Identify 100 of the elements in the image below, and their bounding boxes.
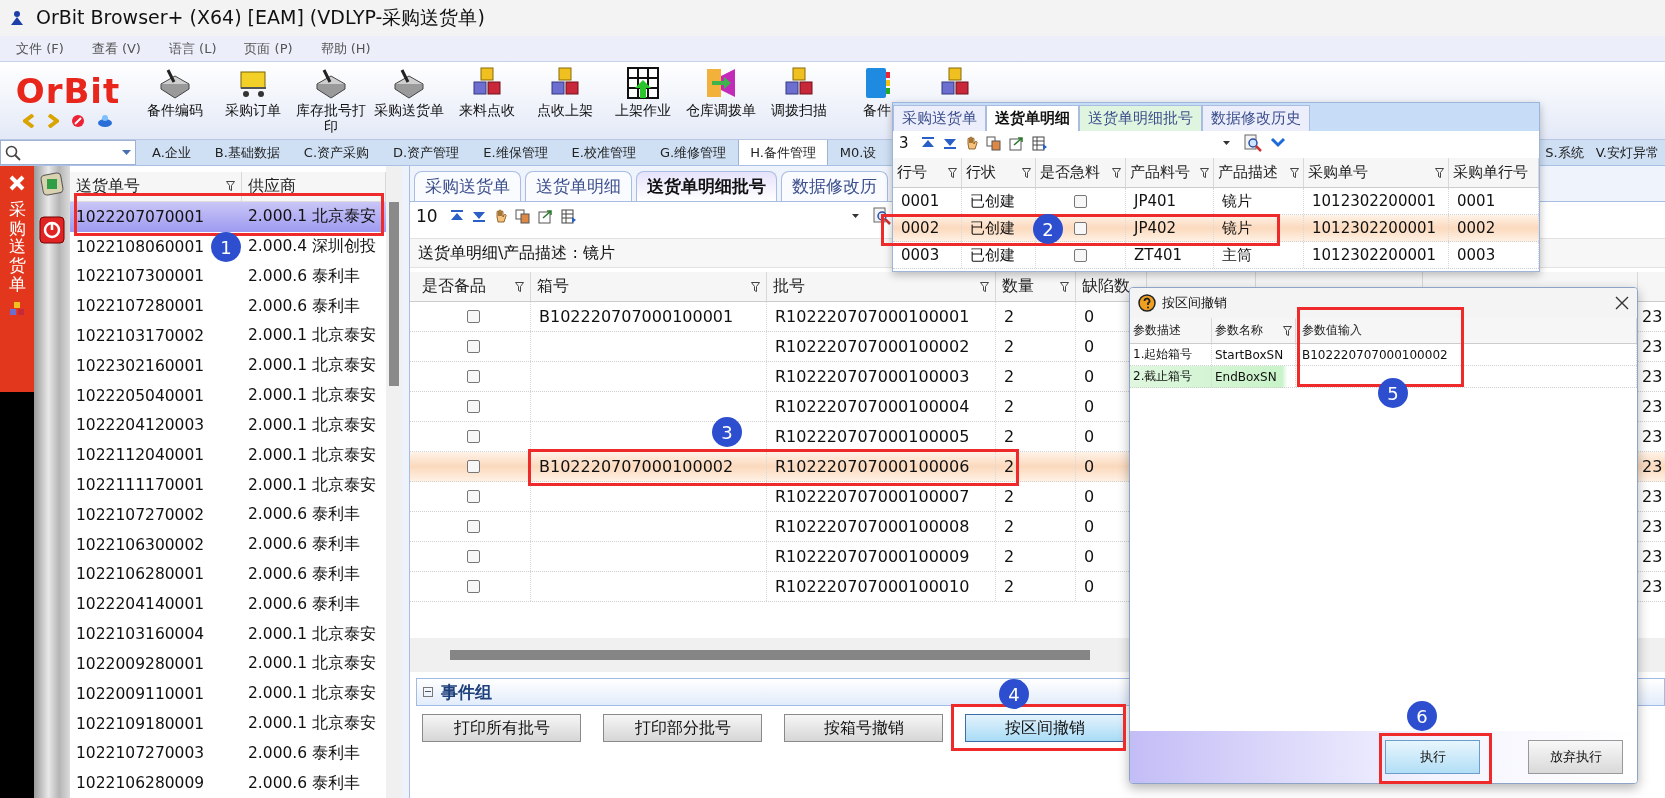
close-icon[interactable] [8,174,26,192]
scrollbar-thumb[interactable] [389,202,399,386]
action-button[interactable]: 打印所有批号 [422,714,581,742]
menu-item[interactable]: 语言 (L) [168,39,217,58]
filter-icon[interactable] [948,167,957,178]
hand-icon[interactable] [493,208,507,224]
filter-icon[interactable] [515,281,524,292]
power-icon[interactable] [39,216,65,244]
column-header[interactable]: 产品料号 [1126,158,1214,187]
checkbox[interactable] [1074,194,1087,208]
filter-icon[interactable] [980,281,989,292]
search-icon[interactable] [872,207,891,225]
checkbox[interactable] [1074,248,1087,262]
filter-icon[interactable] [1200,167,1209,178]
tab[interactable]: 送货单明细批号 [636,171,777,201]
menu-item[interactable]: 文件 (F) [16,39,64,58]
tab[interactable]: 送货单明细批号 [1079,105,1202,131]
menu-item[interactable]: 页面 (P) [244,39,293,58]
scrollbar-thumb[interactable] [450,650,1090,660]
parameter-row[interactable]: 2.截止箱号 EndBoxSN [1130,366,1637,388]
checkbox[interactable] [466,400,480,413]
filter-icon[interactable] [226,181,235,192]
collapse-icon[interactable] [423,687,433,697]
toolbar-button[interactable]: 备件编码 [136,62,214,139]
column-header[interactable]: 参数值输入 [1296,318,1637,343]
chevron-down-icon[interactable] [1269,137,1286,149]
menu-item[interactable]: 帮助 (H) [320,39,371,58]
checkbox[interactable] [466,490,480,503]
column-header[interactable]: 是否急料 [1036,158,1126,187]
module-tab[interactable]: C.资产采购 [291,140,382,165]
copy-icon[interactable] [514,208,530,224]
filter-icon[interactable] [1435,167,1444,178]
close-button[interactable] [1615,296,1629,310]
checkbox[interactable] [466,550,480,563]
checkbox[interactable] [466,430,480,443]
toolbar-button[interactable]: 调拨扫描 [760,62,838,139]
grid-row[interactable]: 0001 已创建 JP401 镜片 1012302200001 0001 [893,188,1539,215]
tab[interactable]: 数据修改历史 [1202,105,1310,131]
first-record-icon[interactable] [449,210,464,222]
tab[interactable]: 送货单明细 [986,105,1079,131]
dialog-button[interactable]: 放弃执行 [1528,740,1623,774]
column-header[interactable]: 行状 [962,158,1036,187]
column-header[interactable]: 送货单号 [70,172,242,201]
copy-icon[interactable] [985,135,1001,151]
toolbar-button[interactable]: 点收上架 [526,62,604,139]
column-header[interactable]: 采购单号 [1304,158,1449,187]
column-header[interactable]: 采购单行号 [1449,158,1539,187]
module-tab[interactable]: V.安灯异常 [1589,140,1665,165]
action-button[interactable]: 打印部分批号 [603,714,762,742]
menu-item[interactable]: 查看 (V) [91,39,141,58]
checkbox[interactable] [466,460,480,473]
first-record-icon[interactable] [920,137,935,149]
columns-icon[interactable] [1031,135,1048,151]
toolbar-button[interactable]: 上架作业 [604,62,682,139]
toolbar-button[interactable]: 采购订单 [214,62,292,139]
column-header[interactable]: 参数描述 [1130,318,1212,343]
hand-icon[interactable] [964,135,978,151]
module-tab[interactable]: H.备件管理 [738,140,828,165]
checkbox[interactable] [466,580,480,593]
filter-icon[interactable] [1060,281,1069,292]
action-button[interactable]: 按区间撤销 [965,714,1124,742]
side-panel-tab[interactable]: 采购送货单 [0,166,34,392]
checkbox[interactable] [466,370,480,383]
tab[interactable]: 数据修改历 [781,171,888,201]
tab[interactable]: 送货单明细 [525,171,632,201]
column-header[interactable]: 箱号 [531,272,767,301]
column-header[interactable]: 是否备品 [416,272,531,301]
parameter-row[interactable]: 1.起始箱号 StartBoxSN B102220707000100002 [1130,344,1637,366]
checkbox[interactable] [466,340,480,353]
tab[interactable]: 采购送货单 [893,105,986,131]
tab[interactable]: 采购送货单 [414,171,521,201]
toolbar-button[interactable]: 来料点收 [448,62,526,139]
checkbox[interactable] [1074,221,1087,235]
module-tab[interactable]: E.校准管理 [559,140,648,165]
column-header[interactable]: 参数名称 [1212,318,1296,343]
order-row[interactable]: 1022207070001 2.000.1 北京泰安 [70,201,386,232]
stop-icon[interactable] [71,113,85,128]
module-tab[interactable]: A.企业 [140,140,203,165]
checkbox[interactable] [466,310,480,323]
filter-icon[interactable] [751,281,760,292]
column-header[interactable]: 行号 [893,158,962,187]
dialog-button[interactable]: 执行 [1385,740,1480,774]
filter-icon[interactable] [1290,167,1299,178]
export-icon[interactable] [537,208,553,224]
columns-icon[interactable] [560,208,577,224]
toolbar-button[interactable]: 库存批号打印 [292,62,370,139]
search-field[interactable] [0,140,136,165]
module-tab[interactable]: S.系统 [1539,140,1590,165]
checkbox[interactable] [466,520,480,533]
search-icon[interactable] [1243,134,1262,152]
column-header[interactable]: 产品描述 [1214,158,1304,187]
module-tab[interactable]: E.维保管理 [471,140,560,165]
grid-row[interactable]: 0003 已创建 ZT401 主筒 1012302200001 0003 [893,242,1539,269]
toolbar-button[interactable]: 仓库调拨单 [682,62,760,139]
filter-icon[interactable] [1112,167,1121,178]
module-tab[interactable]: G.维修管理 [647,140,739,165]
module-tab[interactable]: B.基础数据 [202,140,292,165]
module-tab[interactable]: M0.设 [827,140,889,165]
last-record-icon[interactable] [471,210,486,222]
export-icon[interactable] [1008,135,1024,151]
